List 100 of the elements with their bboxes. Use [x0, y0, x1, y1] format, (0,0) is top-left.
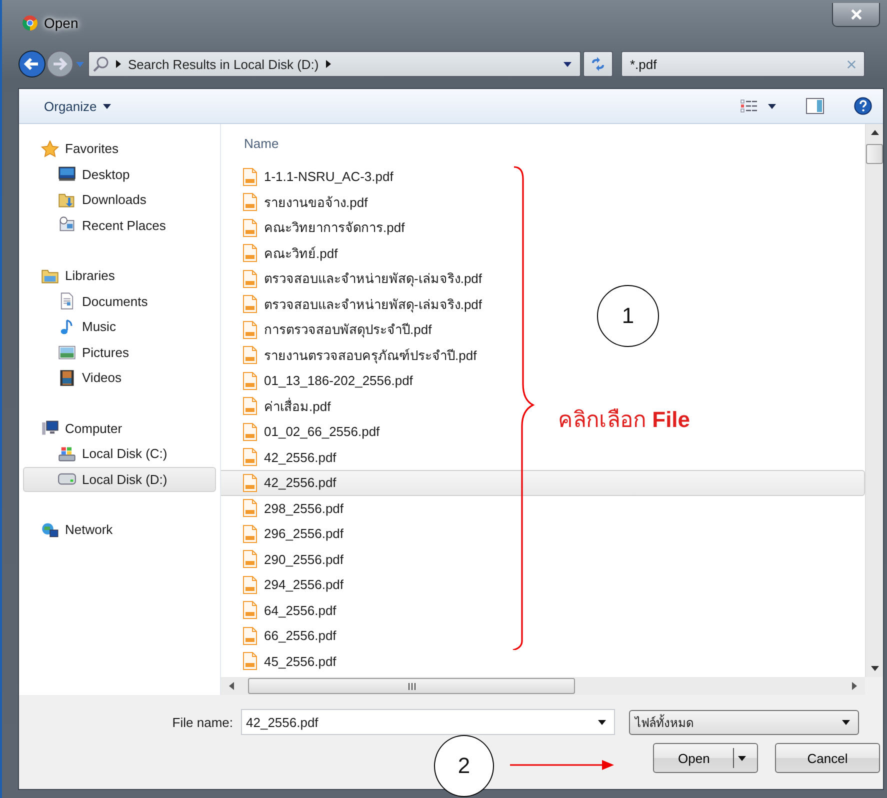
file-row[interactable]: 42_2556.pdf: [221, 444, 346, 470]
sidebar-item[interactable]: Libraries: [23, 263, 216, 288]
scroll-thumb[interactable]: [866, 144, 883, 164]
pdf-file-icon: [242, 576, 258, 594]
sidebar-item[interactable]: Desktop: [23, 162, 216, 187]
file-row[interactable]: รายงานขอจ้าง.pdf: [221, 190, 377, 215]
scroll-left-icon: [229, 682, 234, 690]
clear-icon: [847, 60, 856, 68]
preview-pane-button[interactable]: [803, 95, 827, 117]
file-row[interactable]: 298_2556.pdf: [221, 496, 353, 521]
open-button[interactable]: Open: [653, 743, 758, 773]
sidebar-item[interactable]: Local Disk (C:): [23, 441, 216, 466]
app-icon: [22, 15, 38, 31]
pdf-file-icon: [242, 626, 258, 645]
sidebar-item[interactable]: Downloads: [23, 187, 216, 212]
pdf-file-icon: [242, 474, 258, 492]
file-row[interactable]: 290_2556.pdf: [221, 546, 353, 572]
document-icon: [58, 292, 76, 310]
instruction-text: คลิกเลือก File: [558, 407, 690, 432]
chevron-icon: [326, 60, 331, 68]
caret-icon: [76, 62, 84, 66]
back-button[interactable]: [18, 49, 48, 79]
help-button[interactable]: [851, 94, 875, 118]
pdf-file-icon: [242, 601, 258, 620]
caret-icon: [768, 104, 776, 108]
breadcrumb[interactable]: Search Results in Local Disk (D:): [128, 56, 319, 72]
pdf-file-icon: [242, 270, 258, 288]
grip-icon: [408, 682, 416, 690]
file-row[interactable]: 296_2556.pdf: [221, 521, 353, 546]
cancel-button[interactable]: Cancel: [775, 743, 880, 773]
film-icon: [58, 368, 76, 387]
sidebar-item[interactable]: Network: [23, 517, 216, 542]
file-row[interactable]: 45_2556.pdf: [221, 648, 346, 674]
pdf-file-icon: [242, 550, 258, 568]
refresh-icon: [590, 56, 606, 72]
sidebar-item[interactable]: Music: [23, 314, 216, 340]
pdf-file-icon: [242, 448, 258, 466]
forward-button[interactable]: [46, 50, 74, 78]
file-row[interactable]: 66_2556.pdf: [221, 623, 346, 648]
pdf-file-icon: [242, 168, 258, 186]
search-field[interactable]: *.pdf: [621, 51, 865, 77]
pdf-file-icon: [242, 372, 258, 390]
pdf-file-icon: [242, 320, 258, 339]
pdf-file-icon: [242, 422, 258, 441]
search-icon: [93, 56, 109, 72]
sidebar-item[interactable]: Videos: [23, 365, 216, 390]
close-button[interactable]: [832, 3, 880, 27]
close-icon: [850, 9, 862, 20]
pdf-file-icon: [242, 295, 258, 314]
sidebar-item[interactable]: Computer: [23, 416, 216, 441]
address-bar[interactable]: Search Results in Local Disk (D:): [88, 51, 581, 77]
scroll-up-icon: [870, 130, 878, 135]
preview-pane-icon: [806, 98, 824, 114]
caret-icon: [738, 756, 746, 760]
sidebar-item[interactable]: Pictures: [23, 340, 216, 365]
window-title: Open: [44, 15, 78, 31]
sidebar-item[interactable]: Recent Places: [23, 212, 216, 238]
file-row[interactable]: คณะวิทย์.pdf: [221, 240, 347, 266]
computer-icon: [41, 419, 59, 438]
caret-icon: [842, 720, 850, 724]
star-icon: [41, 140, 59, 158]
file-row[interactable]: ตรวจสอบและจำหน่ายพัสดุ-เล่มจริง.pdf: [221, 292, 492, 317]
column-header[interactable]: Name: [221, 133, 865, 155]
caret-icon: [102, 104, 111, 108]
organize-menu[interactable]: Organize: [41, 94, 114, 118]
file-type-dropdown[interactable]: ไฟล์ทั้งหมด: [629, 710, 859, 734]
picture-icon: [58, 343, 76, 362]
file-row[interactable]: 1-1.1-NSRU_AC-3.pdf: [221, 164, 402, 190]
file-row[interactable]: ตรวจสอบและจำหน่ายพัสดุ-เล่มจริง.pdf: [221, 266, 492, 292]
file-name-field[interactable]: 42_2556.pdf: [241, 709, 615, 735]
file-row[interactable]: 01_02_66_2556.pdf: [221, 419, 389, 444]
sidebar-item[interactable]: Documents: [23, 288, 216, 314]
file-row[interactable]: 64_2556.pdf: [221, 598, 346, 623]
file-row[interactable]: การตรวจสอบพัสดุประจำปี.pdf: [221, 317, 441, 342]
pdf-file-icon: [242, 397, 258, 416]
scroll-right-icon: [852, 682, 857, 690]
sidebar-item[interactable]: Favorites: [23, 136, 216, 162]
caret-icon: [563, 62, 572, 66]
globe-icon: [41, 520, 59, 539]
horizontal-scrollbar[interactable]: [221, 677, 865, 695]
caret-icon: [598, 720, 606, 724]
pdf-file-icon: [242, 193, 258, 212]
drive-icon: [58, 444, 76, 463]
pdf-file-icon: [242, 218, 258, 237]
scroll-down-icon: [870, 666, 878, 671]
pdf-file-icon: [242, 244, 258, 262]
file-row[interactable]: รายงานตรวจสอบครุภัณฑ์ประจำปี.pdf: [221, 342, 486, 368]
sidebar-item[interactable]: Local Disk (D:): [23, 466, 216, 492]
file-row[interactable]: ค่าเสื่อม.pdf: [221, 394, 340, 419]
refresh-button[interactable]: [583, 51, 613, 77]
pdf-file-icon: [242, 524, 258, 543]
pdf-file-icon: [242, 652, 258, 670]
file-row[interactable]: คณะวิทยาการจัดการ.pdf: [221, 215, 414, 240]
details-view-icon: [740, 99, 758, 113]
desktop-icon: [58, 165, 76, 184]
file-row[interactable]: 01_13_186-202_2556.pdf: [221, 368, 422, 394]
pdf-file-icon: [242, 346, 258, 364]
vertical-scrollbar[interactable]: [865, 124, 883, 677]
file-row[interactable]: 294_2556.pdf: [221, 572, 353, 598]
file-row[interactable]: 42_2556.pdf: [221, 470, 865, 496]
